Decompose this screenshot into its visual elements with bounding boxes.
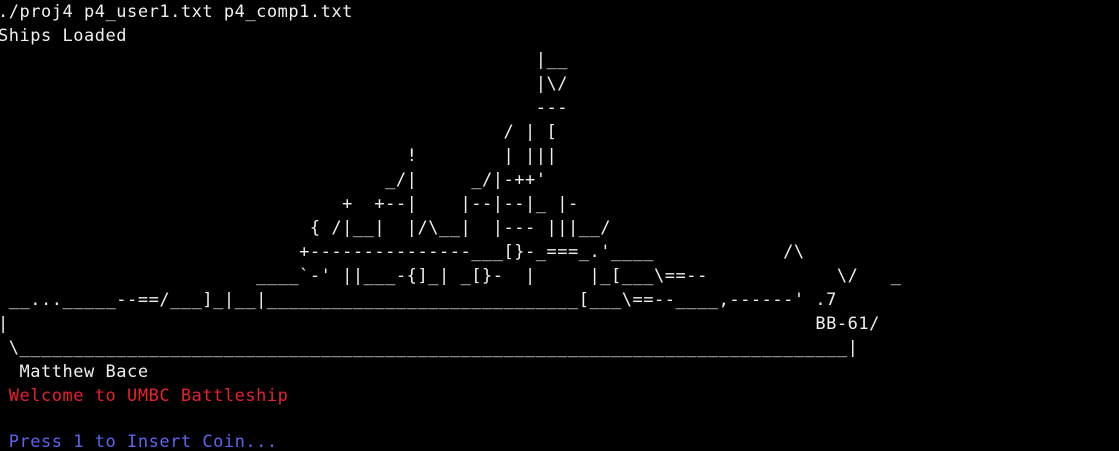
ascii-art-line: |__: [0, 50, 569, 70]
ascii-art-line: _/| _/|-++': [0, 170, 547, 190]
ascii-art-line: / | [: [0, 122, 558, 142]
command-line: ./proj4 p4_user1.txt p4_comp1.txt: [0, 2, 353, 22]
ascii-art-line: ____`-' ||___-{]_| _[}- | |_[___\==-- \/…: [0, 266, 902, 286]
ascii-art-line: { /|__| |/\__| |--- |||__/: [0, 218, 612, 238]
author-credit: Matthew Bace: [0, 362, 149, 382]
status-line: Ships Loaded: [0, 26, 128, 46]
ascii-art-line: ! | |||: [0, 146, 558, 166]
ascii-art-line: + +--| |--|--|_ |-: [0, 194, 579, 214]
ascii-art-line: |\/: [0, 74, 569, 94]
ascii-art-line: ---: [0, 98, 569, 118]
ascii-art-line: +---------------___[}-_===_.'____ /\: [0, 242, 805, 262]
ascii-art-line: __..._____--==/___]_|__|________________…: [0, 290, 837, 310]
terminal-window[interactable]: ./proj4 p4_user1.txt p4_comp1.txt Ships …: [0, 0, 1119, 451]
ascii-art-line: \_______________________________________…: [0, 338, 859, 358]
ascii-art-line: | BB-61/: [0, 314, 880, 334]
welcome-message: Welcome to UMBC Battleship: [0, 386, 289, 406]
insert-coin-prompt: Press 1 to Insert Coin...: [0, 432, 278, 451]
